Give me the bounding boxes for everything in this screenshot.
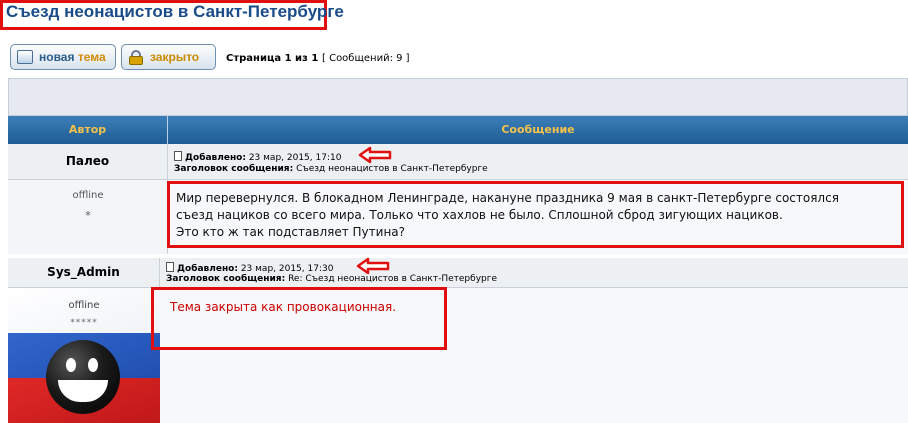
post-subject-line: Заголовок сообщения: Съезд неонацистов в… [174, 164, 488, 174]
post-header: Палео [8, 144, 908, 180]
post-date: 23 мар, 2015, 17:30 [240, 264, 334, 274]
user-rank: ***** [70, 318, 98, 328]
subject-label: Заголовок сообщения: [166, 274, 286, 284]
post-text-line: Это кто ж так подставляет Путина? [176, 225, 406, 239]
post-subject-line: Заголовок сообщения: Re: Съезд неонацист… [166, 274, 497, 284]
lock-icon [128, 50, 144, 65]
topic-title[interactable]: Съезд неонацистов в Санкт-Петербурге [6, 2, 344, 22]
post-author[interactable]: Палео [8, 144, 168, 180]
posted-label: Добавлено: [185, 153, 246, 163]
user-rank: * [85, 209, 91, 222]
post-subject: Съезд неонацистов в Санкт-Петербурге [296, 164, 488, 174]
topic-toolbar-band [8, 78, 908, 116]
header-message: Сообщение [501, 123, 575, 136]
user-status: offline [72, 190, 104, 201]
post-text-line: Мир перевернулся. В блокадном Ленинграде… [176, 191, 839, 205]
post-date-line: Добавлено: 23 мар, 2015, 17:30 [166, 262, 333, 274]
new-topic-label: новая [39, 50, 75, 64]
post-text: Мир перевернулся. В блокадном Ленинграде… [176, 190, 901, 241]
post-icon[interactable] [166, 262, 174, 272]
new-topic-button[interactable]: новая тема [10, 44, 116, 70]
post-text-line: съезд нациков со всего мира. Только что … [176, 208, 783, 222]
post-author[interactable]: Sys_Admin [8, 258, 160, 288]
message-count: [ Сообщений: 9 ] [322, 53, 410, 64]
post-text-highlight [151, 287, 447, 350]
post-date-line: Добавлено: 23 мар, 2015, 17:10 [174, 151, 341, 163]
smiley-avatar-icon [46, 340, 120, 414]
post-date: 23 мар, 2015, 17:10 [248, 153, 342, 163]
new-topic-label-2: тема [77, 50, 106, 64]
table-header: Автор Сообщение [8, 116, 908, 144]
post-icon[interactable] [174, 151, 182, 161]
page-info: Страница 1 из 1 [226, 53, 319, 64]
header-author: Автор [8, 116, 168, 144]
locked-label: закрыто [150, 50, 200, 64]
arrow-left-icon [356, 257, 390, 275]
post-subject: Re: Съезд неонацистов в Санкт-Петербурге [288, 274, 497, 284]
user-status: offline [68, 300, 100, 311]
posted-label: Добавлено: [177, 264, 238, 274]
new-topic-icon [17, 50, 33, 64]
locked-button[interactable]: закрыто [121, 44, 216, 70]
arrow-left-icon [358, 146, 392, 164]
post-text: Тема закрыта как провокационная. [170, 300, 397, 314]
subject-label: Заголовок сообщения: [174, 164, 294, 174]
